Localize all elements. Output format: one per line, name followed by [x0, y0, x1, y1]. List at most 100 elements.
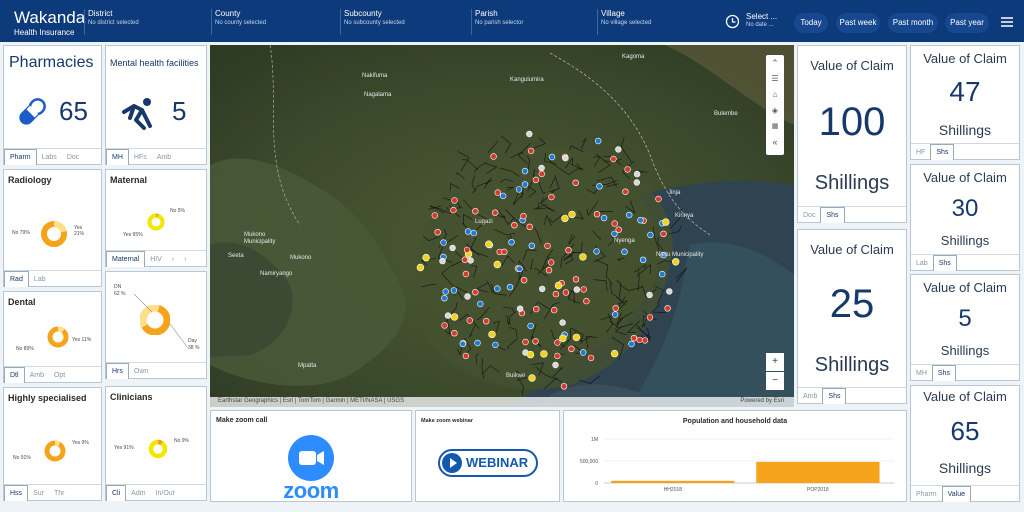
collapse-up-icon[interactable]: ⌃: [766, 55, 784, 71]
facility-marker: [554, 281, 563, 290]
tab-doc[interactable]: Doc: [798, 208, 820, 223]
district-filter[interactable]: District No district selected: [84, 9, 208, 35]
tab-hfs[interactable]: HFs: [129, 150, 152, 165]
facility-marker: [538, 164, 545, 172]
facility-marker: [630, 335, 638, 342]
clinicians-tabs: Cli Adm In/Out: [106, 484, 206, 501]
tab-thr[interactable]: Thr: [49, 486, 70, 501]
tab-pharm[interactable]: Pharm: [4, 149, 37, 165]
tab-shs[interactable]: Shs: [930, 144, 955, 160]
value-unit: Shillings: [814, 354, 890, 376]
tab-lab[interactable]: Lab: [911, 256, 933, 271]
tab-adm[interactable]: Adm: [126, 486, 150, 501]
past-week-button[interactable]: Past week: [836, 13, 880, 33]
webinar-text: WEBINAR: [466, 455, 529, 470]
filter-value: No parish selector: [475, 20, 524, 26]
tab-mh[interactable]: MH: [911, 366, 932, 381]
tab-rad[interactable]: Rad: [4, 271, 29, 287]
menu-icon[interactable]: [1000, 15, 1014, 27]
facilities-map[interactable]: Nakifuma Kagoma Kangulumira Nagalama Bul…: [210, 45, 794, 407]
clock-icon[interactable]: [725, 14, 740, 29]
past-year-button[interactable]: Past year: [945, 13, 989, 33]
facility-marker: [441, 295, 448, 302]
y-tick-label: 1M: [591, 437, 598, 443]
today-button[interactable]: Today: [794, 13, 828, 33]
zoom-logo-text[interactable]: zoom: [211, 478, 411, 504]
facility-marker: [494, 285, 501, 292]
past-month-button[interactable]: Past month: [888, 13, 938, 33]
powered-by-esri[interactable]: Powered by Esri: [740, 398, 784, 404]
value-title: Value of Claim: [810, 58, 894, 73]
yes-label: Yes 95%: [123, 232, 143, 238]
tab-opt[interactable]: Opt: [49, 368, 70, 383]
dental-donut: [47, 326, 69, 353]
tab-amb[interactable]: Amb: [25, 368, 49, 383]
webinar-button[interactable]: WEBINAR: [438, 449, 538, 477]
facility-marker: [467, 257, 474, 264]
facility-marker: [633, 179, 640, 186]
facility-marker: [548, 153, 556, 161]
county-filter[interactable]: County No county selected: [211, 9, 337, 35]
home-icon[interactable]: ⌂: [766, 87, 784, 103]
tab-own[interactable]: Own: [129, 364, 153, 379]
parish-filter[interactable]: Parish No parish selector: [471, 9, 595, 35]
tab-in-out[interactable]: In/Out: [151, 486, 180, 501]
collapse-left-icon[interactable]: «: [766, 135, 784, 151]
tab-shs[interactable]: Shs: [931, 365, 956, 381]
tab-hf[interactable]: HF: [911, 145, 930, 160]
mental-health-count: 5: [172, 96, 187, 126]
map-canvas[interactable]: [210, 45, 794, 407]
legend-list-icon[interactable]: ☰: [766, 71, 784, 87]
layers-icon[interactable]: ◈: [766, 103, 784, 119]
zoom-out-button[interactable]: −: [766, 372, 784, 390]
subcounty-filter[interactable]: Subcounty No subcounty selected: [340, 9, 468, 35]
facility-marker: [501, 248, 508, 256]
facility-marker: [573, 286, 580, 293]
filter-label: Village: [601, 9, 625, 18]
tab-labs[interactable]: Labs: [37, 150, 62, 165]
facility-marker: [442, 288, 449, 295]
facility-marker: [439, 257, 446, 265]
tab-dtl[interactable]: Dtl: [4, 367, 25, 383]
tab-maternal[interactable]: Maternal: [106, 251, 146, 267]
tab-pharm[interactable]: Pharm: [911, 487, 942, 502]
tab-mh[interactable]: MH: [106, 149, 129, 165]
tab-amb[interactable]: Amb: [798, 389, 822, 404]
hours-tabs: Hrs Own: [106, 362, 206, 379]
tab-next-icon[interactable]: ›: [179, 252, 191, 267]
date-select[interactable]: Select ... No date ...: [746, 12, 777, 28]
tab-hss[interactable]: Hss: [4, 485, 29, 501]
tab-value[interactable]: Value: [941, 486, 972, 502]
facility-marker: [434, 229, 441, 236]
tab-sur[interactable]: Sur: [28, 486, 49, 501]
tab-shs[interactable]: Shs: [932, 255, 957, 271]
value-title: Value of Claim: [923, 51, 1007, 66]
app-title: Wakanda: [14, 8, 86, 27]
facility-marker: [499, 192, 507, 200]
basemap-gallery-icon[interactable]: ▦: [766, 119, 784, 135]
zoom-in-button[interactable]: +: [766, 353, 784, 371]
tab-amb[interactable]: Amb: [152, 150, 176, 165]
place-label: Nakifuma: [362, 73, 388, 79]
facility-marker: [450, 206, 457, 214]
zoom-camera-icon[interactable]: [288, 435, 334, 481]
facility-marker: [441, 322, 448, 329]
pharmacies-count: 65: [59, 96, 88, 126]
facility-marker: [593, 248, 600, 255]
tab-cli[interactable]: Cli: [106, 485, 127, 501]
facility-marker: [450, 313, 459, 321]
tab-lab[interactable]: Lab: [29, 272, 51, 287]
facility-marker: [472, 208, 479, 215]
value-amount: 25: [829, 282, 875, 326]
tab-shs[interactable]: Shs: [822, 388, 847, 404]
facility-marker: [628, 340, 635, 348]
facility-marker: [554, 352, 561, 360]
tab-doc[interactable]: Doc: [62, 150, 84, 165]
tab-shs[interactable]: Shs: [820, 207, 845, 223]
tab-hiv[interactable]: HIV: [145, 252, 167, 267]
village-filter[interactable]: Village No village selected: [597, 9, 717, 35]
tab-hrs[interactable]: Hrs: [106, 363, 129, 379]
tab-prev-icon[interactable]: ‹: [167, 252, 179, 267]
facility-marker: [646, 314, 654, 321]
facility-marker: [562, 154, 569, 162]
